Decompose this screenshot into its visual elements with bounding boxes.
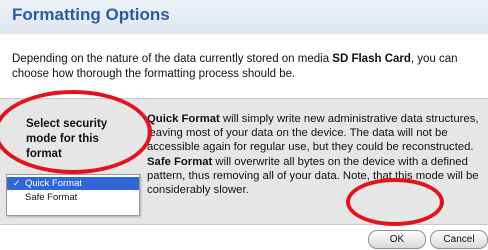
dropdown-option-safe-format[interactable]: Safe Format xyxy=(7,191,139,204)
dialog-header: Formatting Options xyxy=(0,0,488,34)
dropdown-option-quick-format[interactable]: ✓ Quick Format xyxy=(7,177,139,190)
annotation-circle-select-mode xyxy=(0,90,152,174)
media-name: SD Flash Card xyxy=(332,53,411,65)
cancel-button[interactable]: Cancel xyxy=(430,230,488,249)
security-mode-dropdown[interactable]: ✓ Quick Format Safe Format xyxy=(6,174,140,216)
annotation-circle-ok xyxy=(346,178,444,226)
dialog-title: Formatting Options xyxy=(12,5,170,24)
intro-text: Depending on the nature of the data curr… xyxy=(12,53,458,80)
quick-format-title: Quick Format xyxy=(147,113,220,125)
ok-button[interactable]: OK xyxy=(368,230,426,249)
checkmark-icon: ✓ xyxy=(13,178,21,188)
safe-format-title: Safe Format xyxy=(147,155,213,168)
